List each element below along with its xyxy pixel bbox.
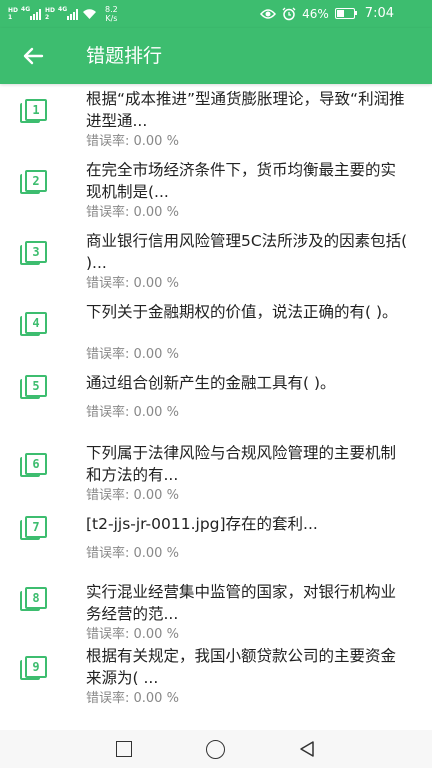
status-left: HD 1 4G HD 2 4G 8.2 K/s bbox=[8, 5, 118, 23]
number-4-icon: 4 bbox=[20, 312, 47, 338]
error-rate: 错误率: 0.00 % bbox=[86, 627, 179, 642]
network-type-1: 4G bbox=[21, 6, 31, 13]
question-number: 7 bbox=[25, 516, 47, 538]
network-type-2: 4G bbox=[58, 6, 68, 13]
back-arrow-icon bbox=[23, 47, 44, 65]
question-item[interactable]: 2 在完全市场经济条件下，货币均衡最主要的实现机制是(... 错误率: 0.00… bbox=[0, 155, 432, 226]
sim2-number: 2 bbox=[45, 14, 50, 21]
sim1-label: HD bbox=[8, 7, 19, 14]
error-rate: 错误率: 0.00 % bbox=[86, 205, 179, 220]
system-nav-bar bbox=[0, 730, 432, 768]
speed-unit: K/s bbox=[105, 14, 118, 23]
question-item[interactable]: 3 商业银行信用风险管理5C法所涉及的因素包括( )... 错误率: 0.00 … bbox=[0, 226, 432, 297]
sim2-label: HD bbox=[45, 7, 56, 14]
number-3-icon: 3 bbox=[20, 241, 47, 267]
back-button[interactable] bbox=[18, 41, 48, 71]
error-rate: 错误率: 0.00 % bbox=[86, 276, 179, 291]
question-text: 根据有关规定，我国小额贷款公司的主要资金来源为( ... bbox=[86, 647, 397, 687]
eye-icon bbox=[260, 8, 277, 19]
network-speed: 8.2 K/s bbox=[105, 5, 118, 23]
number-5-icon: 5 bbox=[20, 375, 47, 401]
question-text: 根据“成本推进”型通货膨胀理论，导致“利润推进型通... bbox=[86, 90, 405, 130]
battery-percent: 46% bbox=[302, 6, 329, 21]
question-number: 1 bbox=[25, 99, 47, 121]
sim1-indicator: HD 1 bbox=[8, 7, 18, 21]
signal-icon: 4G bbox=[58, 6, 79, 20]
question-item[interactable]: 5 通过组合创新产生的金融工具有( )。 错误率: 0.00 % bbox=[0, 368, 432, 428]
page-title: 错题排行 bbox=[86, 45, 163, 67]
question-text: [t2-jjs-jr-0011.jpg]存在的套利... bbox=[86, 515, 318, 533]
question-number: 5 bbox=[25, 375, 47, 397]
error-rate: 错误率: 0.00 % bbox=[86, 134, 179, 149]
question-text: 在完全市场经济条件下，货币均衡最主要的实现机制是(... bbox=[86, 161, 397, 201]
question-item[interactable]: 6 下列属于法律风险与合规风险管理的主要机制和方法的有... 错误率: 0.00… bbox=[0, 428, 432, 509]
question-item[interactable]: 9 根据有关规定，我国小额贷款公司的主要资金来源为( ... 错误率: 0.00… bbox=[0, 641, 432, 712]
question-number: 4 bbox=[25, 312, 47, 334]
speed-value: 8.2 bbox=[105, 5, 118, 14]
number-7-icon: 7 bbox=[20, 516, 47, 542]
error-rate: 错误率: 0.00 % bbox=[86, 347, 179, 362]
error-rate: 错误率: 0.00 % bbox=[86, 691, 179, 706]
question-item[interactable]: 1 根据“成本推进”型通货膨胀理论，导致“利润推进型通... 错误率: 0.00… bbox=[0, 84, 432, 155]
question-number: 3 bbox=[25, 241, 47, 263]
number-2-icon: 2 bbox=[20, 170, 47, 196]
status-right: 46% 7:04 bbox=[260, 6, 394, 21]
number-1-icon: 1 bbox=[20, 99, 47, 125]
sim1-number: 1 bbox=[8, 14, 13, 21]
error-rate: 错误率: 0.00 % bbox=[86, 546, 179, 561]
error-rate: 错误率: 0.00 % bbox=[86, 488, 179, 503]
app-bar: 错题排行 bbox=[0, 28, 432, 84]
alarm-icon bbox=[282, 7, 296, 20]
status-bar: HD 1 4G HD 2 4G 8.2 K/s 46% 7:04 bbox=[0, 0, 432, 28]
question-text: 下列属于法律风险与合规风险管理的主要机制和方法的有... bbox=[86, 444, 397, 484]
question-number: 6 bbox=[25, 453, 47, 475]
question-text: 商业银行信用风险管理5C法所涉及的因素包括( )... bbox=[86, 232, 408, 272]
battery-icon bbox=[334, 8, 357, 19]
question-list: 1 根据“成本推进”型通货膨胀理论，导致“利润推进型通... 错误率: 0.00… bbox=[0, 84, 432, 730]
number-6-icon: 6 bbox=[20, 453, 47, 479]
recents-button[interactable] bbox=[116, 741, 132, 757]
error-rate: 错误率: 0.00 % bbox=[86, 405, 179, 420]
question-number: 9 bbox=[25, 656, 47, 678]
signal-icon: 4G bbox=[21, 6, 42, 20]
number-8-icon: 8 bbox=[20, 587, 47, 613]
sim2-indicator: HD 2 bbox=[45, 7, 55, 21]
number-9-icon: 9 bbox=[20, 656, 47, 682]
question-item[interactable]: 4 下列关于金融期权的价值，说法正确的有( )。 错误率: 0.00 % bbox=[0, 297, 432, 368]
battery-fill bbox=[336, 10, 345, 17]
question-text: 下列关于金融期权的价值，说法正确的有( )。 bbox=[86, 303, 398, 321]
wifi-icon bbox=[83, 9, 97, 19]
back-triangle-icon[interactable] bbox=[298, 740, 316, 758]
question-item[interactable]: 8 实行混业经营集中监管的国家，对银行机构业务经营的范... 错误率: 0.00… bbox=[0, 569, 432, 642]
question-item[interactable]: 7 [t2-jjs-jr-0011.jpg]存在的套利... 错误率: 0.00… bbox=[0, 509, 432, 569]
question-number: 8 bbox=[25, 587, 47, 609]
home-button[interactable] bbox=[206, 740, 225, 759]
question-number: 2 bbox=[25, 170, 47, 192]
question-text: 通过组合创新产生的金融工具有( )。 bbox=[86, 374, 336, 392]
clock-time: 7:04 bbox=[364, 6, 394, 21]
question-text: 实行混业经营集中监管的国家，对银行机构业务经营的范... bbox=[86, 583, 397, 623]
